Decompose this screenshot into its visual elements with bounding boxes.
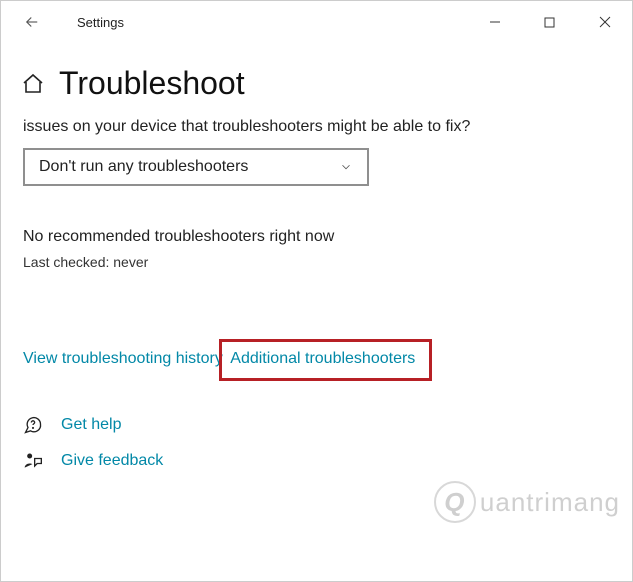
get-help-link: Get help xyxy=(61,416,121,434)
window-controls xyxy=(467,1,632,43)
chat-help-icon xyxy=(23,415,43,435)
minimize-button[interactable] xyxy=(467,1,522,43)
maximize-icon xyxy=(544,17,555,28)
additional-troubleshooters-link[interactable]: Additional troubleshooters xyxy=(230,350,415,368)
additional-troubleshooters-highlight: Additional troubleshooters xyxy=(219,339,432,381)
give-feedback-link: Give feedback xyxy=(61,452,163,470)
troubleshooter-dropdown[interactable]: Don't run any troubleshooters xyxy=(23,148,369,186)
maximize-button[interactable] xyxy=(522,1,577,43)
minimize-icon xyxy=(489,16,501,28)
close-icon xyxy=(599,16,611,28)
app-title: Settings xyxy=(77,15,124,30)
watermark: Q uantrimang xyxy=(434,481,620,523)
titlebar: Settings xyxy=(1,1,632,43)
feedback-icon xyxy=(23,451,43,471)
chevron-down-icon xyxy=(339,160,353,174)
home-icon[interactable] xyxy=(21,72,45,96)
give-feedback-row[interactable]: Give feedback xyxy=(23,451,610,471)
watermark-text: uantrimang xyxy=(480,487,620,518)
get-help-row[interactable]: Get help xyxy=(23,415,610,435)
back-button[interactable] xyxy=(21,11,43,33)
recommended-status: No recommended troubleshooters right now xyxy=(23,228,610,246)
close-button[interactable] xyxy=(577,1,632,43)
page-title: Troubleshoot xyxy=(59,65,245,102)
question-text: issues on your device that troubleshoote… xyxy=(23,116,610,138)
last-checked-text: Last checked: never xyxy=(23,254,610,270)
content-area: issues on your device that troubleshoote… xyxy=(1,110,632,471)
watermark-logo: Q xyxy=(434,481,476,523)
view-history-link[interactable]: View troubleshooting history xyxy=(23,350,223,368)
dropdown-selected-text: Don't run any troubleshooters xyxy=(39,158,248,176)
arrow-left-icon xyxy=(23,13,41,31)
page-header: Troubleshoot xyxy=(1,43,632,110)
